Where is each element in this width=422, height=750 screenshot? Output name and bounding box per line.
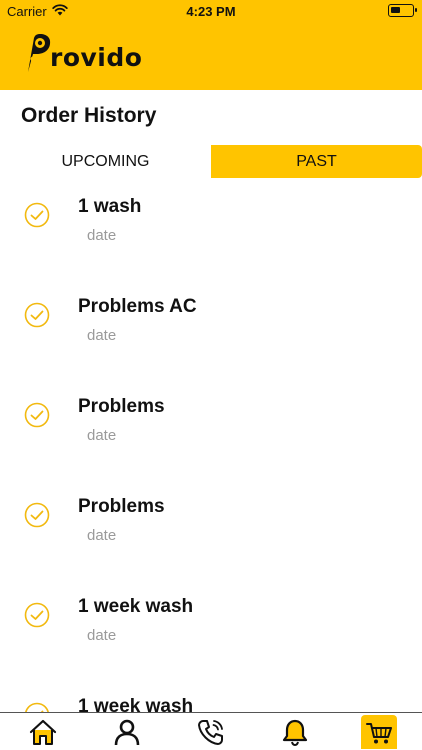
battery-icon [388, 4, 417, 17]
list-item[interactable]: 1 wash date [0, 180, 422, 270]
logo-mark-icon [28, 34, 51, 72]
check-circle-icon [24, 602, 50, 628]
status-bar: Carrier 4:23 PM [0, 0, 422, 22]
cart-icon [366, 723, 392, 744]
order-title: 1 week wash [78, 696, 194, 712]
check-circle-icon [24, 202, 50, 228]
phone-icon [198, 720, 223, 745]
phone-tab[interactable] [193, 715, 229, 749]
tab-upcoming[interactable]: UPCOMING [0, 145, 211, 178]
order-date: date [87, 627, 117, 644]
list-item[interactable]: Problems date [0, 380, 422, 470]
order-title: Problems [78, 396, 165, 417]
clock: 4:23 PM [186, 4, 236, 19]
list-item[interactable]: Problems date [0, 480, 422, 570]
order-tabs: UPCOMING PAST [0, 145, 422, 179]
list-item[interactable]: 1 week wash date [0, 580, 422, 670]
order-date: date [87, 227, 117, 244]
app-header: Carrier 4:23 PM rovido [0, 0, 422, 90]
order-date: date [87, 427, 117, 444]
notifications-tab[interactable] [277, 715, 313, 749]
page-title: Order History [21, 104, 157, 127]
bell-icon [282, 719, 308, 746]
brand-name: rovido [50, 43, 143, 72]
profile-tab[interactable] [109, 715, 145, 749]
check-circle-icon [24, 502, 50, 528]
order-title: Problems AC [78, 296, 197, 317]
bottom-tab-bar [0, 712, 422, 750]
home-icon [29, 719, 57, 745]
order-title: 1 wash [78, 196, 142, 217]
check-circle-icon [24, 402, 50, 428]
order-date: date [87, 327, 117, 344]
order-date: date [87, 527, 117, 544]
home-tab[interactable] [25, 715, 61, 749]
check-circle-icon [25, 702, 49, 712]
tab-past[interactable]: PAST [211, 145, 422, 178]
order-title: 1 week wash [78, 596, 194, 617]
order-title: Problems [78, 496, 165, 517]
brand-logo: rovido [22, 30, 142, 74]
list-item[interactable]: 1 week wash date [0, 680, 422, 712]
order-list: 1 wash date Problems AC date Problems da… [0, 180, 422, 712]
check-circle-icon [24, 302, 50, 328]
profile-icon [114, 719, 140, 746]
cart-tab[interactable] [361, 715, 397, 749]
list-item[interactable]: Problems AC date [0, 280, 422, 370]
